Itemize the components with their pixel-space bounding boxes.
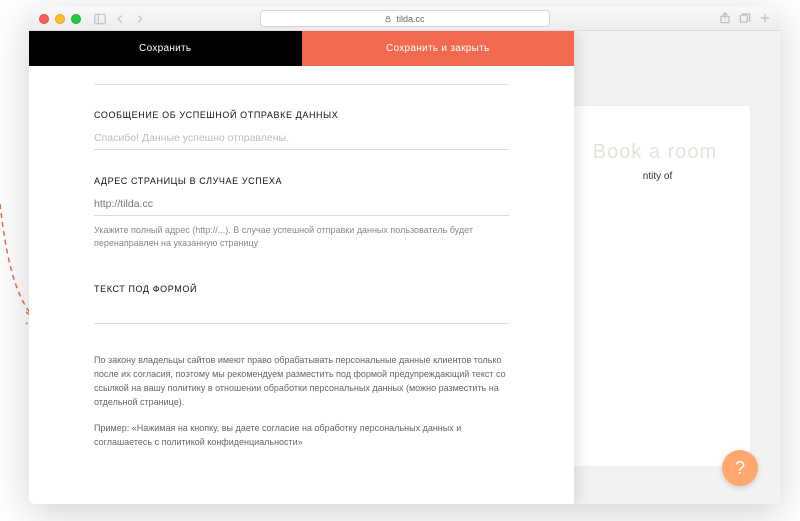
add-tab-icon[interactable] — [758, 11, 772, 25]
field-under-form-text: ТЕКСТ ПОД ФОРМОЙ — [94, 284, 509, 324]
help-button[interactable]: ? — [722, 450, 758, 486]
browser-window: tilda.cc Book a room ntity of Сохранить … — [29, 7, 780, 504]
tabs-icon[interactable] — [738, 11, 752, 25]
chrome-right-group — [718, 11, 772, 25]
back-icon[interactable] — [113, 12, 127, 26]
nav-group — [93, 12, 147, 26]
divider — [94, 84, 509, 85]
zoom-window-button[interactable] — [71, 14, 81, 24]
tab-save[interactable]: Сохранить — [29, 31, 302, 66]
lock-icon — [384, 15, 392, 23]
tab-save-label: Сохранить — [139, 43, 191, 54]
tab-save-close-label: Сохранить и закрыть — [386, 43, 490, 54]
preview-subtitle-fragment: ntity of — [575, 171, 740, 182]
minimize-window-button[interactable] — [55, 14, 65, 24]
share-icon[interactable] — [718, 11, 732, 25]
field-success-message: СООБЩЕНИЕ ОБ УСПЕШНОЙ ОТПРАВКЕ ДАННЫХ — [94, 110, 509, 150]
forward-icon[interactable] — [133, 12, 147, 26]
help-success-url: Укажите полный адрес (http://...). В слу… — [94, 224, 509, 250]
input-success-message[interactable] — [94, 128, 509, 150]
url-bar[interactable]: tilda.cc — [260, 10, 550, 27]
label-success-url: АДРЕС СТРАНИЦЫ В СЛУЧАЕ УСПЕХА — [94, 176, 509, 186]
input-success-url[interactable] — [94, 194, 509, 216]
input-under-form-text[interactable] — [94, 302, 509, 324]
window-controls — [39, 14, 81, 24]
panel-tab-row: Сохранить Сохранить и закрыть — [29, 31, 574, 66]
tab-save-close[interactable]: Сохранить и закрыть — [302, 31, 575, 66]
info-paragraph-2: Пример: «Нажимая на кнопку, вы даете сог… — [94, 422, 509, 450]
field-success-url: АДРЕС СТРАНИЦЫ В СЛУЧАЕ УСПЕХА Укажите п… — [94, 176, 509, 250]
label-success-message: СООБЩЕНИЕ ОБ УСПЕШНОЙ ОТПРАВКЕ ДАННЫХ — [94, 110, 509, 120]
info-paragraph-1: По закону владельцы сайтов имеют право о… — [94, 354, 509, 410]
label-under-form-text: ТЕКСТ ПОД ФОРМОЙ — [94, 284, 509, 294]
page-preview-panel: Book a room ntity of — [560, 106, 750, 466]
sidebar-icon[interactable] — [93, 12, 107, 26]
close-window-button[interactable] — [39, 14, 49, 24]
preview-heading: Book a room — [560, 141, 750, 164]
settings-panel: Сохранить Сохранить и закрыть СООБЩЕНИЕ … — [29, 31, 574, 504]
browser-chrome-bar: tilda.cc — [29, 7, 780, 31]
url-text: tilda.cc — [396, 14, 424, 24]
help-icon: ? — [735, 458, 745, 479]
